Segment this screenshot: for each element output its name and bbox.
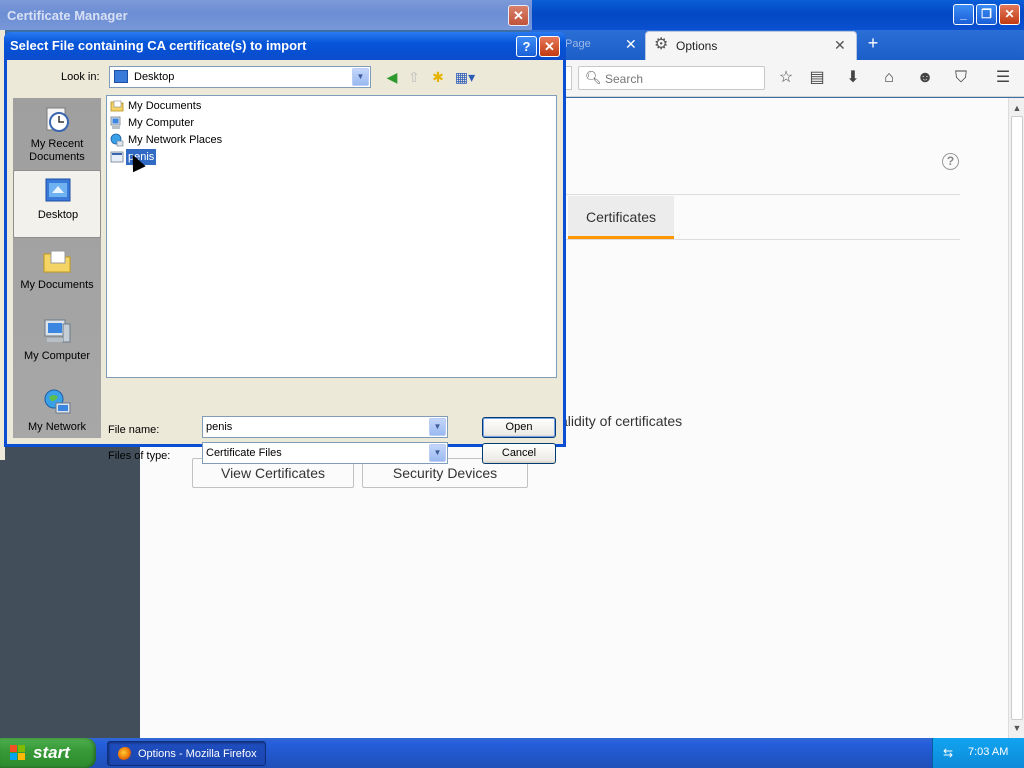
new-tab-button[interactable]: + [864, 34, 882, 52]
chevron-down-icon[interactable]: ▼ [429, 418, 446, 436]
file-name: My Computer [128, 117, 195, 129]
firefox-window-controls: _ ❐ ✕ [953, 4, 1020, 25]
bookmark-star-icon[interactable]: ☆ [776, 68, 796, 88]
file-name-field[interactable]: penis ▼ [202, 416, 448, 438]
desktop-icon [114, 70, 128, 83]
close-button[interactable]: ✕ [508, 5, 529, 26]
windows-flag-icon [10, 745, 26, 761]
scroll-up-arrow-icon[interactable]: ▲ [1011, 102, 1023, 114]
help-icon[interactable]: ? [942, 153, 959, 170]
tab-options[interactable]: ⚙ Options ✕ [645, 31, 857, 60]
validity-description: alidity of certificates [560, 413, 683, 429]
tab-close-icon[interactable]: ✕ [834, 37, 846, 54]
home-icon[interactable]: ⌂ [879, 68, 899, 88]
place-label: My Recent Documents [29, 138, 85, 163]
clock: 7:03 AM [968, 746, 1009, 758]
computer-icon [44, 319, 71, 343]
tab-label: Page [565, 38, 591, 50]
look-in-value: Desktop [134, 71, 175, 83]
network-icon [110, 133, 124, 147]
chevron-down-icon[interactable]: ▼ [429, 444, 446, 462]
help-button[interactable]: ? [516, 36, 537, 57]
taskbar: start Options - Mozilla Firefox ⇆ 7:03 A… [0, 738, 1024, 768]
place-label: Desktop [37, 209, 79, 221]
close-button[interactable]: ✕ [539, 36, 560, 57]
gear-icon: ⚙ [654, 36, 669, 53]
taskbar-item-firefox[interactable]: Options - Mozilla Firefox [107, 741, 266, 766]
window-title: Certificate Manager [7, 8, 128, 23]
tab-close-icon[interactable]: ✕ [625, 37, 637, 51]
hello-smiley-icon[interactable]: ☻ [915, 68, 935, 88]
desktop-icon [45, 178, 71, 202]
start-button[interactable]: start [0, 738, 96, 768]
file-name: My Network Places [128, 134, 223, 146]
place-my-computer[interactable]: My Computer [13, 312, 101, 380]
content-scrollbar[interactable]: ▲ ▼ [1008, 98, 1024, 738]
maximize-button[interactable]: ❐ [976, 4, 997, 25]
search-placeholder: Search [605, 72, 644, 86]
dialog-title: Select File containing CA certificate(s)… [10, 38, 307, 53]
places-bar: My Recent Documents Desktop My Documents [13, 98, 101, 438]
file-open-dialog: Select File containing CA certificate(s)… [4, 32, 566, 464]
file-type-label: Files of type: [108, 450, 171, 462]
file-name: My Documents [128, 100, 202, 112]
search-input[interactable]: 🔍︎ Search [578, 66, 765, 90]
place-desktop[interactable]: Desktop [13, 170, 101, 238]
file-type-value: Certificate Files [206, 447, 282, 459]
network-globe-icon [44, 389, 71, 414]
back-icon[interactable]: ◀ [383, 68, 401, 86]
tab-certificates[interactable]: Certificates [568, 196, 674, 239]
chevron-down-icon[interactable]: ▼ [352, 68, 369, 86]
system-tray: ⇆ 7:03 AM [932, 738, 1024, 768]
divider [560, 194, 960, 195]
firefox-icon [118, 747, 132, 761]
file-list[interactable]: My Documents My Computer My Network Plac… [106, 95, 557, 378]
place-label: My Computer [23, 350, 91, 362]
dialog-body: Look in: Desktop ▼ ◀ ⇧ ✱ ▦▾ My Recent Do… [7, 60, 563, 464]
look-in-dropdown[interactable]: Desktop ▼ [109, 66, 371, 88]
firefox-titlebar: _ ❐ ✕ [530, 0, 1024, 30]
download-icon[interactable]: ⬇ [843, 68, 863, 88]
taskbar-item-label: Options - Mozilla Firefox [138, 748, 257, 760]
open-button[interactable]: Open [482, 417, 556, 438]
tab-label: Options [676, 39, 718, 53]
scroll-down-arrow-icon[interactable]: ▼ [1011, 722, 1023, 734]
file-name-value: penis [206, 421, 233, 433]
file-icon [110, 151, 124, 163]
place-recent-documents[interactable]: My Recent Documents [13, 100, 101, 168]
place-label: My Documents [20, 279, 94, 291]
computer-icon [110, 116, 121, 129]
bookmarks-list-icon[interactable]: ▤ [807, 68, 827, 88]
folder-icon [110, 100, 124, 112]
start-label: start [33, 743, 70, 762]
up-folder-icon[interactable]: ⇧ [405, 68, 423, 86]
place-my-documents[interactable]: My Documents [13, 241, 101, 309]
file-name-label: File name: [108, 424, 160, 436]
place-label: My Network [27, 421, 87, 433]
view-menu-icon[interactable]: ▦▾ [453, 68, 477, 86]
place-my-network[interactable]: My Network [13, 383, 101, 451]
tab-page[interactable]: Page ✕ [565, 33, 643, 57]
folder-icon [43, 250, 71, 273]
clock-documents-icon [46, 107, 69, 132]
certificate-manager-titlebar: Certificate Manager ✕ [0, 0, 532, 30]
file-type-dropdown[interactable]: Certificate Files ▼ [202, 442, 448, 464]
look-in-label: Look in: [61, 71, 100, 83]
pocket-icon[interactable]: ⛉ [951, 68, 971, 88]
close-button[interactable]: ✕ [999, 4, 1020, 25]
minimize-button[interactable]: _ [953, 4, 974, 25]
new-folder-icon[interactable]: ✱ [429, 68, 447, 86]
divider [560, 239, 960, 240]
search-icon: 🔍︎ [585, 70, 602, 85]
cancel-button[interactable]: Cancel [482, 443, 556, 464]
dialog-titlebar: Select File containing CA certificate(s)… [4, 32, 566, 60]
hamburger-menu-icon[interactable]: ☰ [993, 68, 1013, 88]
network-status-icon[interactable]: ⇆ [943, 746, 957, 760]
scroll-thumb[interactable] [1011, 116, 1023, 720]
